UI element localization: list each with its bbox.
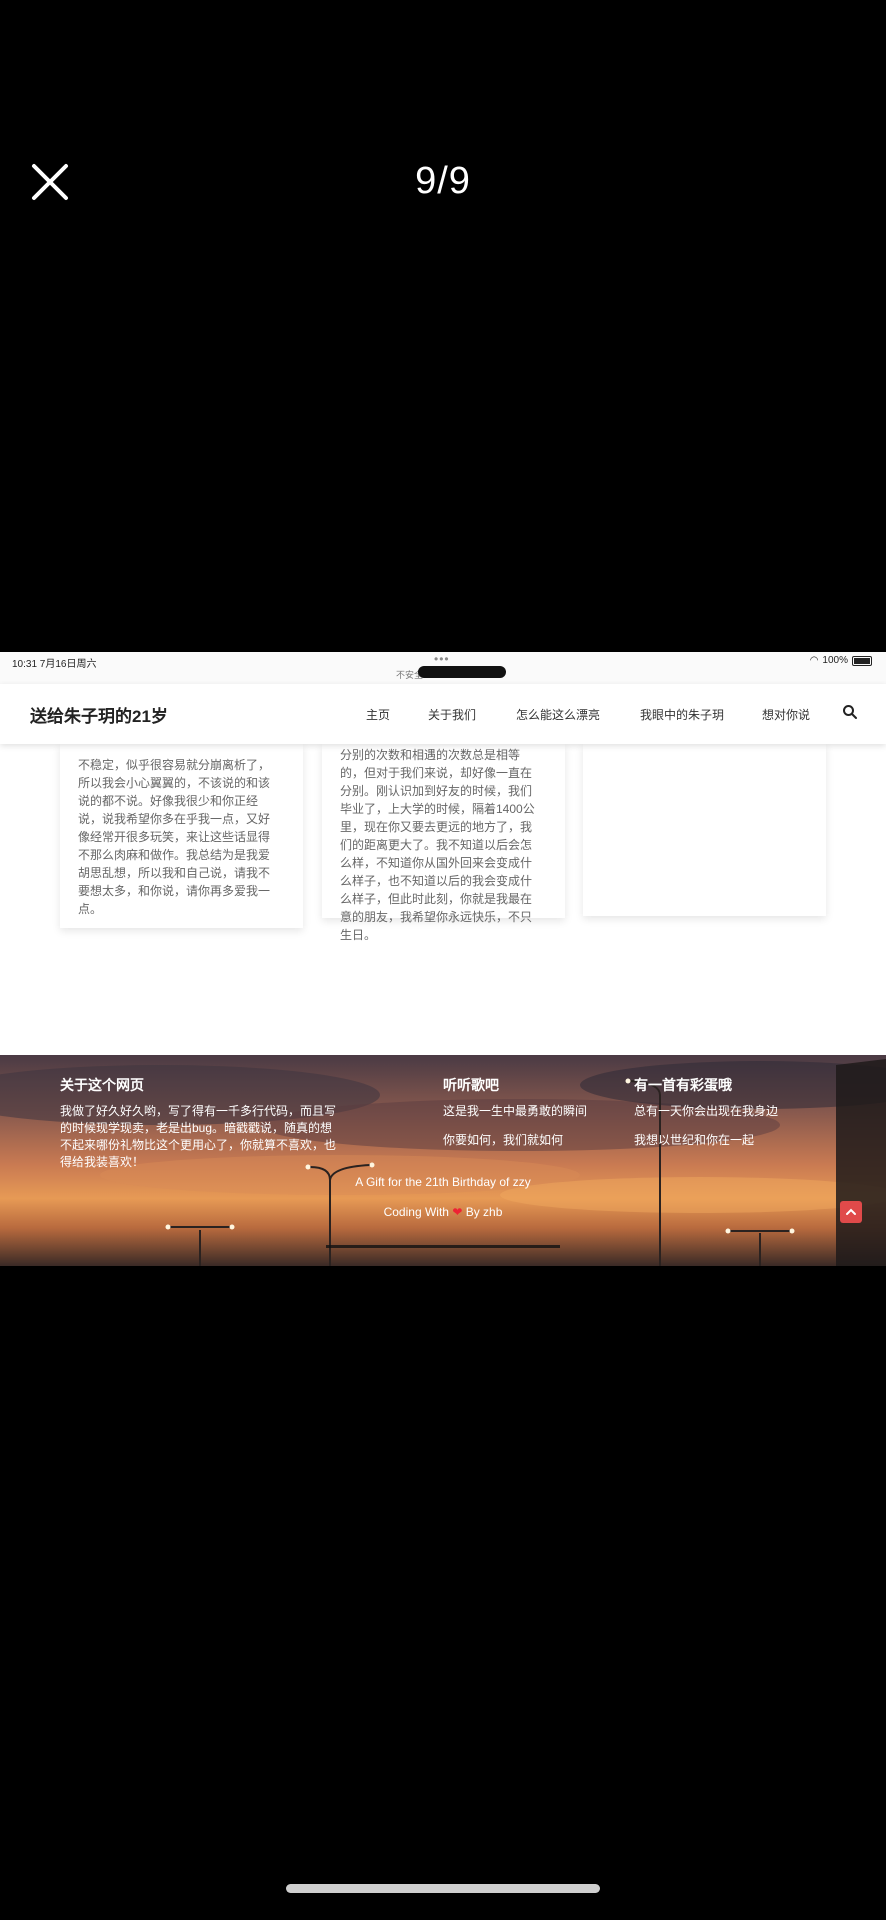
card-line: 所以我会小心翼翼的，不该说的和该 — [78, 776, 271, 790]
card-line: 要想太多，和你说，请你再多爱我一 — [78, 884, 271, 898]
card-line: 么样，不知道你从国外回来会变成什 — [340, 856, 533, 870]
card-line: 说，说我希望你多在乎我一点，又好 — [78, 812, 271, 826]
message-card-1: 不稳定，似乎很容易就分崩离析了， 所以我会小心翼翼的，不该说的和该 说的都不说。… — [60, 744, 303, 928]
image-viewer-header: 9/9 — [0, 0, 886, 250]
card-line: 说的都不说。好像我很少和你正经 — [78, 794, 259, 808]
card-line: 们的距离更大了。我不知道以后会怎 — [340, 838, 533, 852]
card-line: 么样子，但此时此刻，你就是我最在 — [340, 892, 533, 906]
footer-music-link-2[interactable]: 你要如何，我们就如何 — [443, 1132, 563, 1149]
footer-egg-link-2[interactable]: 我想以世纪和你在一起 — [634, 1132, 754, 1149]
footer-coding-line: Coding With ❤ By zhb — [0, 1205, 886, 1219]
footer-about-line: 的时候现学现卖，老是出bug。暗戳戳说，随真的想 — [60, 1121, 333, 1135]
site-footer: 关于这个网页 我做了好久好久哟，写了得有一千多行代码，而且写 的时候现学现卖，老… — [0, 1055, 886, 1266]
nav-say-to-you[interactable]: 想对你说 — [762, 706, 810, 723]
more-dots-icon: ••• — [434, 652, 450, 666]
card-line: 不稳定，似乎很容易就分崩离析了， — [78, 758, 271, 772]
site-navbar: 送给朱子玥的21岁 主页 关于我们 怎么能这么漂亮 我眼中的朱子玥 想对你说 — [0, 684, 886, 744]
card-line: 胡思乱想，所以我和自己说，请我不 — [78, 866, 271, 880]
search-icon[interactable] — [842, 704, 858, 720]
nav-beautiful[interactable]: 怎么能这么漂亮 — [516, 706, 600, 723]
back-to-top-button[interactable] — [840, 1201, 862, 1223]
card-line: 不那么肉麻和做作。我总结为是我爱 — [78, 848, 271, 862]
status-time: 10:31 7月16日周六 — [12, 659, 97, 670]
card-line: 的，但对于我们来说，却好像一直在 — [340, 766, 533, 780]
footer-about-title: 关于这个网页 — [60, 1077, 144, 1093]
site-title[interactable]: 送给朱子玥的21岁 — [30, 702, 168, 727]
chevron-up-icon — [846, 1208, 856, 1215]
card-line: 么样子，也不知道以后的我会变成什 — [340, 874, 533, 888]
status-right: ◠ 100% — [810, 655, 872, 666]
nav-in-my-eyes[interactable]: 我眼中的朱子玥 — [640, 706, 724, 723]
card-line: 分别的次数和相遇的次数总是相等 — [340, 748, 521, 762]
tablet-status-bar: 10:31 7月16日周六 ••• 不安全 ◠ 100% — [0, 652, 886, 684]
message-card-3 — [583, 744, 826, 916]
battery-percent: 100% — [822, 655, 848, 666]
footer-egg-link-1[interactable]: 总有一天你会出现在我身边 — [634, 1103, 778, 1120]
wifi-icon: ◠ — [809, 655, 819, 666]
card-line: 毕业了，上大学的时候，隔着1400公 — [340, 802, 535, 816]
heart-icon: ❤ — [452, 1205, 463, 1219]
battery-icon — [852, 655, 872, 666]
card-line: 生日。 — [340, 928, 377, 942]
footer-egg-title: 有一首有彩蛋哦 — [634, 1077, 732, 1093]
coding-prefix: Coding With — [383, 1205, 449, 1219]
footer-about-text: 我做了好久好久哟，写了得有一千多行代码，而且写 的时候现学现卖，老是出bug。暗… — [60, 1103, 350, 1171]
nav-home[interactable]: 主页 — [366, 706, 390, 723]
footer-about-line: 得给我装喜欢！ — [60, 1155, 145, 1169]
footer-gift-line: A Gift for the 21th Birthday of zzy — [355, 1175, 531, 1189]
footer-music-link-1[interactable]: 这是我一生中最勇敢的瞬间 — [443, 1103, 587, 1120]
embedded-screenshot: 10:31 7月16日周六 ••• 不安全 ◠ 100% 送给朱子玥的21岁 主… — [0, 652, 886, 1266]
message-card-2: 分别的次数和相遇的次数总是相等 的，但对于我们来说，却好像一直在 分别。刚认识加… — [322, 744, 565, 942]
coding-suffix: By zhb — [465, 1205, 503, 1219]
card-line: 像经常开很多玩笑，来让这些话显得 — [78, 830, 271, 844]
footer-about-line: 不起来哪份礼物比这个更用心了，你就算不喜欢，也 — [60, 1138, 337, 1152]
card-line: 点。 — [78, 902, 103, 916]
redacted-url — [418, 666, 506, 678]
card-line: 分别。刚认识加到好友的时候，我们 — [340, 784, 533, 798]
card-line: 意的朋友，我希望你永远快乐，不只 — [340, 910, 533, 924]
image-counter: 9/9 — [415, 160, 471, 202]
footer-music-title: 听听歌吧 — [443, 1077, 499, 1093]
card-line: 里，现在你又要去更远的地方了，我 — [340, 820, 533, 834]
home-indicator[interactable] — [286, 1884, 600, 1893]
nav-about[interactable]: 关于我们 — [428, 706, 476, 723]
footer-about-line: 我做了好久好久哟，写了得有一千多行代码，而且写 — [60, 1104, 337, 1118]
